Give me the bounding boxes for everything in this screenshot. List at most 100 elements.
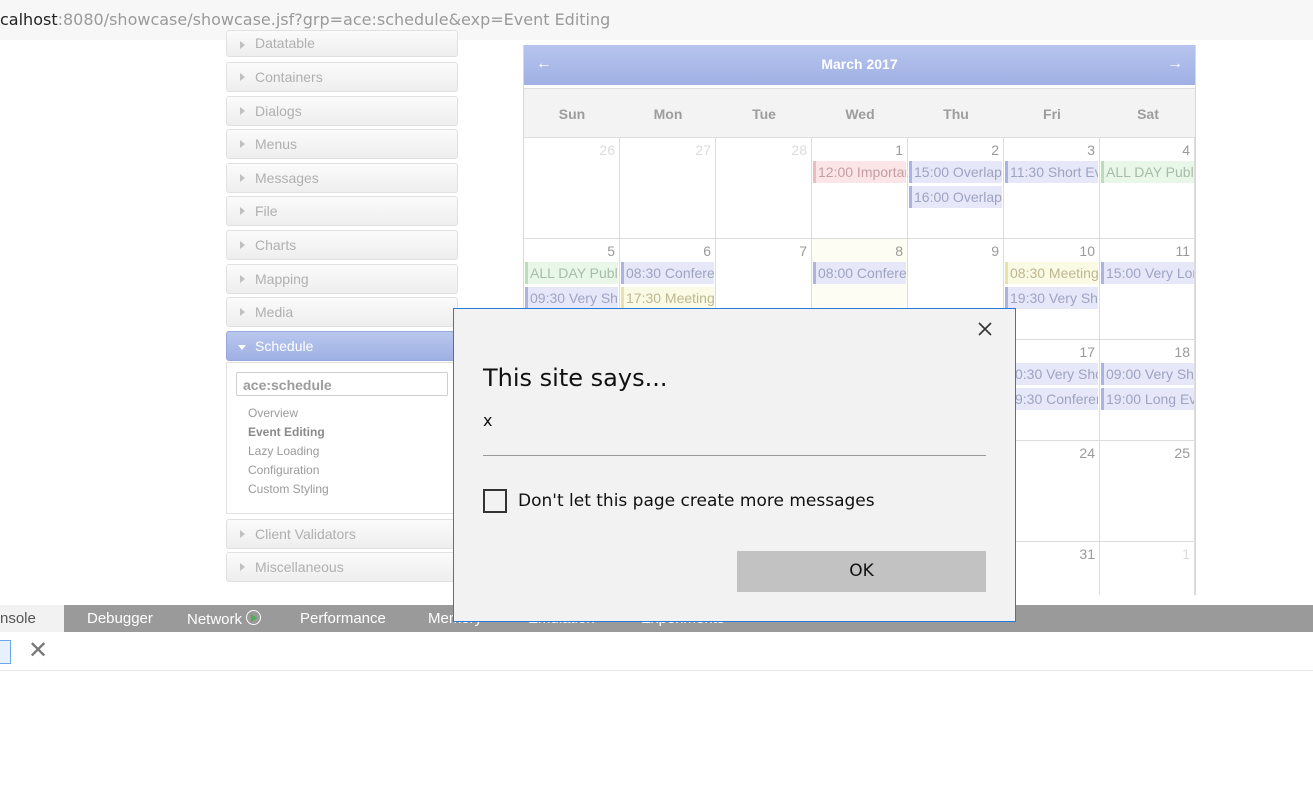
dow-tue: Tue [752, 106, 776, 122]
calendar-event[interactable]: ALL DAY Publi [1101, 161, 1194, 183]
tab-label: nsole [0, 610, 36, 627]
dialog-separator [483, 455, 986, 456]
alert-dialog: This site says... x Don't let this page … [453, 308, 1016, 622]
day-number: 5 [607, 243, 615, 259]
address-bar[interactable]: calhost:8080/showcase/showcase.jsf?grp=a… [0, 0, 1313, 40]
tab-debugger[interactable]: Debugger [87, 610, 153, 627]
expand-triangle-icon [240, 530, 245, 538]
expand-triangle-icon [240, 140, 245, 148]
sidebar-item-messages[interactable]: Messages [226, 163, 458, 193]
collapse-triangle-icon [238, 345, 246, 350]
arrow-right-icon[interactable]: → [1167, 55, 1183, 73]
expand-triangle-icon [240, 207, 245, 215]
url-text[interactable]: calhost:8080/showcase/showcase.jsf?grp=a… [0, 10, 610, 29]
dow-sat: Sat [1137, 106, 1159, 122]
calendar-event[interactable]: 09:00 Very Sho [1101, 363, 1194, 385]
sidebar-item-client-validators[interactable]: Client Validators [226, 519, 458, 549]
sidebar-item-schedule[interactable]: Schedule [226, 331, 458, 361]
dow-fri: Fri [1043, 106, 1061, 122]
day-cell[interactable]: 3 [1004, 138, 1100, 239]
day-number: 27 [695, 142, 711, 158]
calendar-event[interactable]: 17:30 Meeting [621, 287, 714, 309]
close-icon[interactable] [977, 321, 993, 337]
sidebar-item-charts[interactable]: Charts [226, 230, 458, 260]
sidebar-item-label: Client Validators [255, 526, 356, 542]
day-cell[interactable]: 1 [812, 138, 908, 239]
tab-network[interactable]: Network [187, 610, 262, 628]
dow-mon: Mon [653, 106, 683, 122]
day-number: 3 [1087, 142, 1095, 158]
sidebar-item-datatable[interactable]: Datatable [226, 30, 458, 57]
day-cell[interactable]: 11 [1100, 239, 1195, 340]
calendar-event[interactable]: 19:30 Very Sho [1005, 287, 1098, 309]
expand-triangle-icon [240, 563, 245, 571]
calendar-event[interactable]: 15:00 Overlapp [909, 161, 1002, 183]
suppress-messages-label[interactable]: Don't let this page create more messages [518, 491, 875, 511]
sidebar-item-label: Charts [255, 237, 297, 253]
calendar-event[interactable]: 9:30 Conferer [1005, 388, 1098, 410]
sublink-lazy-loading[interactable]: Lazy Loading [248, 444, 319, 458]
calendar-event[interactable]: 12:00 Importan [813, 161, 906, 183]
sidebar-item-label: Menus [255, 136, 298, 152]
sublink-event-editing[interactable]: Event Editing [248, 425, 325, 439]
console-target-icon[interactable] [0, 640, 11, 664]
expand-triangle-icon [240, 174, 245, 182]
day-number: 17 [1079, 344, 1095, 360]
sidebar-item-menus[interactable]: Menus [226, 129, 458, 159]
sidebar-item-dialogs[interactable]: Dialogs [226, 96, 458, 126]
day-cell[interactable]: 1 [1100, 542, 1195, 595]
sidebar-item-file[interactable]: File [226, 196, 458, 226]
calendar-event[interactable]: 08:30 Conferer [621, 262, 714, 284]
tab-performance[interactable]: Performance [300, 610, 386, 627]
dialog-message: x [483, 411, 493, 430]
tab-console[interactable]: nsole [0, 605, 64, 632]
sidebar-item-mapping[interactable]: Mapping [226, 264, 458, 294]
sublink-overview[interactable]: Overview [248, 406, 298, 420]
sidebar-item-miscellaneous[interactable]: Miscellaneous [226, 552, 458, 582]
sidebar-item-media[interactable]: Media [226, 297, 458, 327]
sublink-custom-styling[interactable]: Custom Styling [248, 482, 329, 496]
expand-triangle-icon [240, 107, 245, 115]
expand-triangle-icon [240, 241, 245, 249]
dow-thu: Thu [943, 106, 969, 122]
calendar-event[interactable]: 0:30 Very Shc [1005, 363, 1098, 385]
tab-label: Network [187, 611, 243, 628]
calendar-event[interactable]: 08:00 Conferer [813, 262, 906, 284]
days-of-week-row: Sun Mon Tue Wed Thu Fri Sat [524, 88, 1195, 138]
sidebar-item-label: Datatable [255, 35, 315, 51]
day-cell[interactable]: 24 [1004, 441, 1100, 542]
day-number: 7 [799, 243, 807, 259]
calendar-event[interactable]: 19:00 Long Eve [1101, 388, 1194, 410]
record-play-icon [246, 610, 262, 625]
day-cell[interactable]: 31 [1004, 542, 1100, 595]
suppress-messages-checkbox[interactable] [483, 489, 507, 513]
calendar-event[interactable]: 15:00 Very Lon [1101, 262, 1194, 284]
url-host: calhost [0, 10, 58, 29]
calendar-event[interactable]: 11:30 Short Ev [1005, 161, 1098, 183]
dow-sun: Sun [558, 106, 586, 122]
sublink-configuration[interactable]: Configuration [248, 463, 319, 477]
sidebar-item-containers[interactable]: Containers [226, 62, 458, 92]
day-cell[interactable]: 27 [620, 138, 716, 239]
calendar-title: March 2017 [821, 56, 898, 72]
component-search-input[interactable]: ace:schedule [236, 372, 448, 396]
calendar-event[interactable]: 08:30 Meeting [1005, 262, 1098, 284]
calendar-border [1195, 45, 1196, 595]
day-number: 26 [599, 142, 615, 158]
day-cell[interactable]: 25 [1100, 441, 1195, 542]
day-number: 24 [1079, 445, 1095, 461]
sidebar-item-label: Messages [255, 170, 319, 186]
sidebar-item-label: Mapping [255, 271, 309, 287]
clear-console-icon[interactable]: ✕ [28, 636, 48, 665]
sidebar-item-label: Miscellaneous [255, 559, 344, 575]
day-cell[interactable]: 26 [524, 138, 620, 239]
day-cell[interactable]: 4 [1100, 138, 1195, 239]
ok-button[interactable]: OK [737, 551, 986, 592]
calendar-event[interactable]: 16:00 Overlapp [909, 186, 1002, 208]
day-number: 6 [703, 243, 711, 259]
calendar-event[interactable]: ALL DAY Publi [525, 262, 618, 284]
day-cell[interactable]: 28 [716, 138, 812, 239]
calendar-event[interactable]: 09:30 Very Sho [525, 287, 618, 309]
devtools-toolbar: ✕ [0, 632, 1313, 671]
day-number: 1 [1182, 546, 1190, 562]
